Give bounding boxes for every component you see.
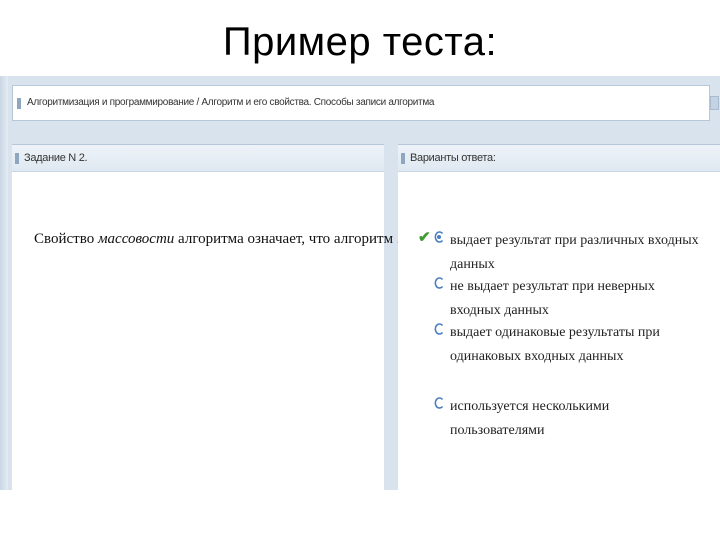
question-suffix: алгоритма означает, что алгоритм ...: [174, 231, 409, 247]
scroll-button[interactable]: [710, 96, 719, 110]
topic-text: Алгоритмизация и программирование / Алго…: [27, 97, 435, 108]
question-prefix: Свойство: [34, 231, 98, 247]
left-frame-strip: [0, 76, 8, 490]
task-panel-header: Задание N 2.: [12, 145, 384, 172]
answer-options: ✔ выдает результат при различных входных…: [398, 145, 720, 491]
test-app-window: Алгоритмизация и программирование / Алго…: [0, 76, 720, 491]
answer-option-label: не выдает результат при неверных входных…: [450, 279, 655, 318]
answer-option-label: используется несколькими пользователями: [450, 399, 610, 438]
answer-panel: Варианты ответа: ✔ выдает результат при …: [398, 144, 720, 491]
topic-bar: Алгоритмизация и программирование / Алго…: [12, 85, 719, 121]
answer-option-label: выдает одинаковые результаты при одинако…: [450, 325, 660, 364]
radio-icon[interactable]: [434, 323, 444, 335]
answer-option-label: выдает результат при различных входных д…: [450, 233, 699, 272]
task-marker-icon: [15, 153, 19, 164]
radio-icon[interactable]: [434, 277, 444, 289]
task-number: Задание N 2.: [24, 152, 88, 164]
checkmark-icon: ✔: [418, 229, 431, 246]
question-emphasis: массовости: [97, 231, 175, 247]
topic-marker-icon: [17, 98, 21, 109]
slide-title: Пример теста:: [222, 20, 498, 64]
question-text: Свойство массовости алгоритма означает, …: [34, 231, 408, 248]
task-panel: Задание N 2. Свойство массовости алгорит…: [12, 144, 408, 491]
radio-icon[interactable]: [434, 397, 444, 409]
radio-selected-icon[interactable]: [434, 231, 444, 243]
